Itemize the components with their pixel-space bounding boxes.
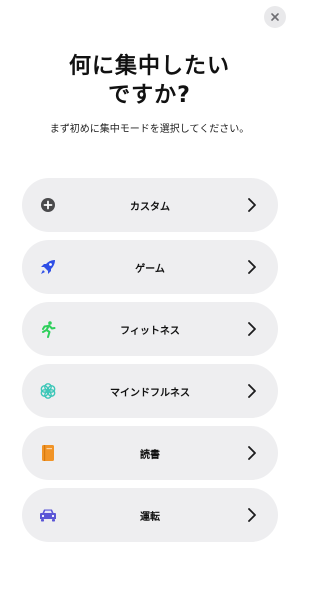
focus-option-label: 運転 xyxy=(140,511,160,523)
focus-option-label: ゲーム xyxy=(135,263,165,275)
xmark-icon xyxy=(271,13,279,21)
focus-mode-list: カスタム ゲーム フィットネス マインドフルネス 読書 運転 xyxy=(22,178,278,550)
focus-option-gaming[interactable]: ゲーム xyxy=(22,240,278,294)
focus-option-label: マインドフルネス xyxy=(110,387,190,399)
chevron-right-icon xyxy=(248,322,256,336)
focus-option-fitness[interactable]: フィットネス xyxy=(22,302,278,356)
focus-option-mindfulness[interactable]: マインドフルネス xyxy=(22,364,278,418)
title-line-1: 何に集中したい xyxy=(68,54,230,79)
focus-option-label: 読書 xyxy=(140,449,160,461)
chevron-right-icon xyxy=(248,198,256,212)
title-line-2: ですか? xyxy=(108,83,191,108)
chevron-right-icon xyxy=(248,508,256,522)
chevron-right-icon xyxy=(248,260,256,274)
focus-option-label: フィットネス xyxy=(120,325,180,337)
focus-option-custom[interactable]: カスタム xyxy=(22,178,278,232)
chevron-right-icon xyxy=(248,384,256,398)
focus-option-reading[interactable]: 読書 xyxy=(22,426,278,480)
chevron-right-icon xyxy=(248,446,256,460)
focus-option-driving[interactable]: 運転 xyxy=(22,488,278,542)
subtitle: まず初めに集中モードを選択してください。 xyxy=(49,124,250,135)
page-title: 何に集中したい ですか? xyxy=(0,52,299,110)
focus-option-label: カスタム xyxy=(130,201,170,213)
close-button[interactable] xyxy=(264,6,286,28)
